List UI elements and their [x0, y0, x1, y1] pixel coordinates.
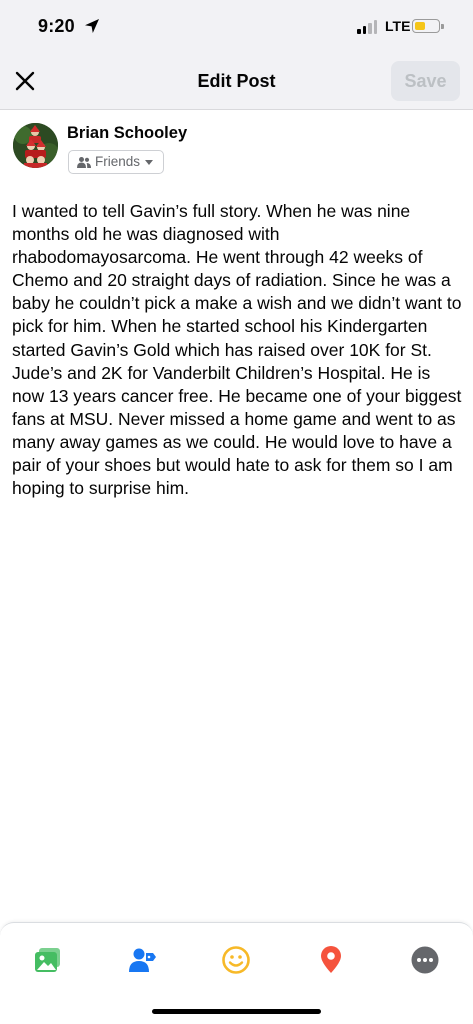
friends-icon	[77, 157, 91, 168]
feeling-icon[interactable]	[221, 945, 251, 975]
author-name[interactable]: Brian Schooley	[67, 124, 187, 143]
network-type: LTE	[385, 18, 411, 34]
battery-cap	[441, 23, 444, 29]
signal-icon	[357, 20, 381, 34]
save-button[interactable]: Save	[391, 61, 460, 101]
post-text-input[interactable]: I wanted to tell Gavin’s full story. Whe…	[12, 200, 462, 500]
chevron-down-icon	[145, 160, 153, 165]
status-bar: 9:20 LTE	[0, 0, 473, 54]
tag-people-icon[interactable]	[127, 945, 157, 975]
check-in-icon[interactable]	[316, 945, 346, 975]
more-icon[interactable]	[410, 945, 440, 975]
location-arrow-icon	[85, 19, 99, 33]
edit-post-header: Edit Post Save	[0, 54, 473, 110]
avatar-image	[13, 123, 58, 168]
battery-icon	[412, 19, 440, 33]
audience-label: Friends	[95, 154, 141, 169]
avatar[interactable]	[13, 123, 58, 168]
home-indicator[interactable]	[152, 1009, 321, 1014]
audience-selector[interactable]: Friends	[68, 150, 164, 174]
status-time: 9:20	[38, 16, 75, 36]
battery-level	[414, 21, 425, 30]
photo-icon[interactable]	[33, 945, 63, 975]
